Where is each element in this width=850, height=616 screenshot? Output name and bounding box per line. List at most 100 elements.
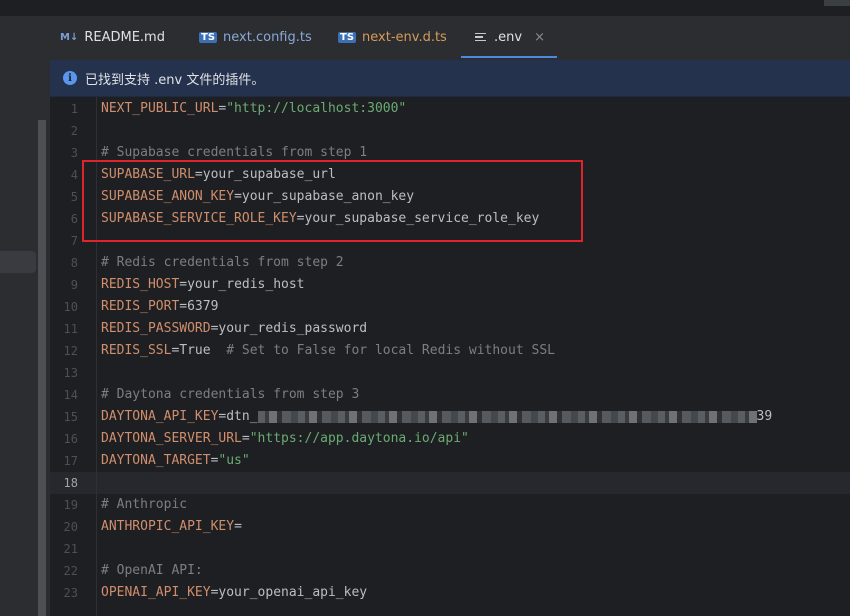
- comment-text: # Anthropic: [101, 497, 188, 512]
- tab-next-env[interactable]: TS next-env.d.ts: [338, 16, 447, 58]
- env-key: REDIS_PASSWORD: [101, 321, 211, 336]
- code-editor[interactable]: 1 NEXT_PUBLIC_URL="http://localhost:3000"…: [50, 97, 850, 616]
- equals-sign: =: [194, 167, 203, 182]
- comment-text: # OpenAI API:: [101, 563, 203, 578]
- selected-tree-item[interactable]: [0, 251, 36, 273]
- plugin-notification-banner: i 已找到支持 .env 文件的插件。: [50, 60, 850, 97]
- close-tab-icon[interactable]: ×: [534, 30, 545, 45]
- code-line[interactable]: 4 SUPABASE_URL=your_supabase_url: [50, 164, 850, 186]
- code-line[interactable]: 18: [50, 472, 850, 494]
- comment-text: # Daytona credentials from step 3: [101, 387, 360, 402]
- code-line[interactable]: 1 NEXT_PUBLIC_URL="http://localhost:3000": [50, 98, 850, 120]
- code-line[interactable]: 21: [50, 538, 850, 560]
- code-line[interactable]: 13: [50, 362, 850, 384]
- line-number: 22: [63, 564, 78, 578]
- code-line[interactable]: 6 SUPABASE_SERVICE_ROLE_KEY=your_supabase…: [50, 208, 850, 230]
- tab-bar-left-fill: [0, 16, 48, 58]
- line-number: 2: [70, 124, 78, 138]
- env-value: your_redis_password: [218, 321, 368, 336]
- line-content: REDIS_HOST=your_redis_host: [101, 274, 305, 296]
- line-number: 12: [63, 344, 78, 358]
- code-line[interactable]: 20 ANTHROPIC_API_KEY=: [50, 516, 850, 538]
- code-line[interactable]: 22 # OpenAI API:: [50, 560, 850, 582]
- line-number: 21: [63, 542, 78, 556]
- code-line[interactable]: 7: [50, 230, 850, 252]
- editor-tab-bar: M↓ README.md TS next.config.ts TS next-e…: [0, 16, 850, 58]
- env-value: True: [179, 343, 211, 358]
- line-number: 14: [63, 388, 78, 402]
- env-key: OPENAI_API_KEY: [101, 585, 211, 600]
- line-number: 17: [63, 454, 78, 468]
- line-number: 15: [63, 410, 78, 424]
- side-panel-scrollbar[interactable]: [38, 120, 46, 616]
- code-line[interactable]: 10 REDIS_PORT=6379: [50, 296, 850, 318]
- tab-label: README.md: [84, 29, 165, 45]
- env-value-tail: 39: [756, 409, 773, 424]
- env-key: DAYTONA_SERVER_URL: [101, 431, 242, 446]
- window-corner: [824, 0, 850, 6]
- env-value-string: "https://app.daytona.io/api": [249, 431, 469, 446]
- code-line[interactable]: 3 # Supabase credentials from step 1: [50, 142, 850, 164]
- env-key: DAYTONA_TARGET: [101, 453, 211, 468]
- line-number: 1: [70, 102, 78, 116]
- line-number: 16: [63, 432, 78, 446]
- typescript-icon: TS: [338, 31, 357, 43]
- env-key: REDIS_PORT: [101, 299, 180, 314]
- line-number: 9: [70, 278, 78, 292]
- env-value: your_openai_api_key: [218, 585, 368, 600]
- code-line[interactable]: 5 SUPABASE_ANON_KEY=your_supabase_anon_ke…: [50, 186, 850, 208]
- comment-text: # Supabase credentials from step 1: [101, 145, 368, 160]
- project-side-panel: [0, 58, 48, 616]
- env-value: your_supabase_anon_key: [241, 189, 415, 204]
- env-value: your_supabase_url: [202, 167, 336, 182]
- equals-sign: =: [241, 431, 250, 446]
- line-number: 23: [63, 586, 78, 600]
- line-number: 4: [70, 168, 78, 182]
- active-tab-indicator: [461, 56, 557, 58]
- line-content: # Redis credentials from step 2: [101, 252, 344, 274]
- line-content: REDIS_PASSWORD=your_redis_password: [101, 318, 367, 340]
- tab-readme[interactable]: M↓ README.md: [60, 16, 165, 58]
- line-content: SUPABASE_ANON_KEY=your_supabase_anon_key: [101, 186, 414, 208]
- line-content: # Daytona credentials from step 3: [101, 384, 359, 406]
- markdown-icon: M↓: [60, 31, 79, 43]
- line-number: 6: [70, 212, 78, 226]
- line-number: 3: [70, 146, 78, 160]
- code-line[interactable]: 14 # Daytona credentials from step 3: [50, 384, 850, 406]
- code-line[interactable]: 8 # Redis credentials from step 2: [50, 252, 850, 274]
- line-number: 19: [63, 498, 78, 512]
- line-content: REDIS_PORT=6379: [101, 296, 218, 318]
- line-number: 10: [63, 300, 78, 314]
- code-line[interactable]: 15 DAYTONA_API_KEY=dtn_ 39: [50, 406, 850, 428]
- env-key: REDIS_SSL: [101, 343, 172, 358]
- line-number: 11: [63, 322, 78, 336]
- code-line[interactable]: 16 DAYTONA_SERVER_URL="https://app.dayton…: [50, 428, 850, 450]
- env-value: dtn_: [226, 409, 258, 424]
- code-line[interactable]: 9 REDIS_HOST=your_redis_host: [50, 274, 850, 296]
- line-content: SUPABASE_URL=your_supabase_url: [101, 164, 336, 186]
- env-value: 6379: [187, 299, 219, 314]
- env-key: SUPABASE_ANON_KEY: [101, 189, 235, 204]
- line-content: SUPABASE_SERVICE_ROLE_KEY=your_supabase_…: [101, 208, 539, 230]
- code-line[interactable]: 23 OPENAI_API_KEY=your_openai_api_key: [50, 582, 850, 604]
- equals-sign: =: [234, 189, 242, 204]
- typescript-icon: TS: [199, 31, 218, 43]
- tab-next-config[interactable]: TS next.config.ts: [199, 16, 312, 58]
- line-number: 8: [70, 256, 78, 270]
- line-number: 18: [63, 476, 78, 490]
- code-line[interactable]: 12 REDIS_SSL=True # Set to False for loca…: [50, 340, 850, 362]
- line-content: OPENAI_API_KEY=your_openai_api_key: [101, 582, 367, 604]
- code-line[interactable]: 11 REDIS_PASSWORD=your_redis_password: [50, 318, 850, 340]
- code-line[interactable]: 19 # Anthropic: [50, 494, 850, 516]
- code-line[interactable]: 2: [50, 120, 850, 142]
- equals-sign: =: [296, 211, 305, 226]
- line-content: DAYTONA_TARGET="us": [101, 450, 250, 472]
- env-key: NEXT_PUBLIC_URL: [101, 101, 219, 116]
- code-line[interactable]: 17 DAYTONA_TARGET="us": [50, 450, 850, 472]
- tab-env[interactable]: .env ×: [461, 16, 557, 58]
- equals-sign: =: [234, 519, 242, 534]
- line-number: 5: [70, 190, 78, 204]
- env-key: ANTHROPIC_API_KEY: [101, 519, 235, 534]
- env-value: your_supabase_service_role_key: [304, 211, 540, 226]
- env-value: your_redis_host: [187, 277, 305, 292]
